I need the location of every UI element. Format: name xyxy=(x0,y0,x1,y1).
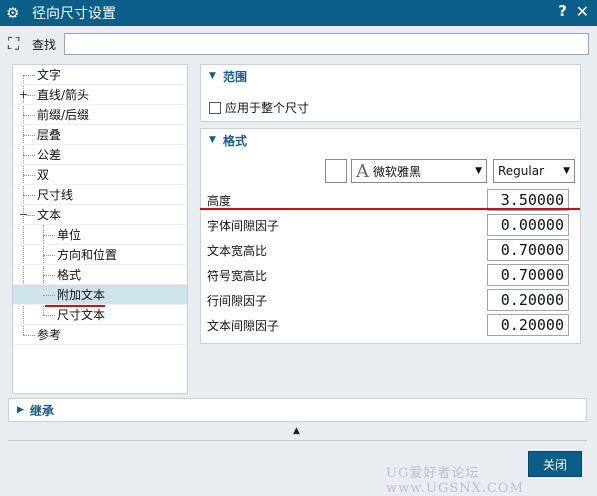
tree-item-tolerance[interactable]: 公差 xyxy=(13,145,187,165)
tree-item-label: 双 xyxy=(37,168,50,182)
font-icon: A xyxy=(356,160,369,182)
find-label: 查找 xyxy=(32,37,57,52)
char-spacing-input[interactable]: 0.00000 xyxy=(487,214,569,236)
tree-item-prefix-suffix[interactable]: 前缀/后缀 xyxy=(13,105,187,125)
chevron-down-icon: ▼ xyxy=(563,166,570,176)
tree-item-line-arrow[interactable]: + 直线/箭头 xyxy=(13,85,187,105)
font-name: 微软雅黑 xyxy=(373,164,422,179)
height-label: 高度 xyxy=(207,193,232,208)
line-spacing-label: 行间隙因子 xyxy=(207,293,268,308)
help-button[interactable]: ? xyxy=(558,2,567,20)
scope-panel: ▼ 范围 应用于整个尺寸 xyxy=(200,64,581,122)
apply-whole-dimension-label: 应用于整个尺寸 xyxy=(225,101,310,115)
tree-item-dimension-text[interactable]: 尺寸文本 xyxy=(13,305,187,325)
tree-item-label: 尺寸文本 xyxy=(57,308,106,322)
tree-item-label: 文字 xyxy=(37,68,62,82)
tree-item-dual[interactable]: 双 xyxy=(13,165,187,185)
settings-tree: 文字 + 直线/箭头 前缀/后缀 层叠 公差 双 尺寸线 − 文本 单位 方向和… xyxy=(12,64,188,394)
tree-item-format[interactable]: 格式 xyxy=(13,265,187,285)
tree-item-label: 层叠 xyxy=(37,128,62,142)
symbol-aspect-input[interactable]: 0.70000 xyxy=(487,264,569,286)
collapse-up-icon[interactable]: ▲ xyxy=(293,426,300,436)
format-header[interactable]: ▼ 格式 xyxy=(201,129,580,151)
tree-item-text-group[interactable]: − 文本 xyxy=(13,205,187,225)
font-style-value: Regular xyxy=(498,164,545,178)
tree-item-units[interactable]: 单位 xyxy=(13,225,187,245)
char-spacing-label: 字体间隙因子 xyxy=(207,218,280,233)
scope-header[interactable]: ▼ 范围 xyxy=(201,65,580,87)
text-spacing-label: 文本间隙因子 xyxy=(207,318,280,333)
apply-whole-dimension-checkbox[interactable] xyxy=(209,101,221,114)
tree-item-label: 格式 xyxy=(57,268,82,282)
tree-item-label: 公差 xyxy=(37,148,62,162)
tree-item-label: 前缀/后缀 xyxy=(37,108,90,122)
format-panel: ▼ 格式 A 微软雅黑 ▼ Regular ▼ 高度 3.50000 字体间隙因… xyxy=(200,128,581,344)
line-spacing-row: 行间隙因子 0.20000 xyxy=(207,289,577,311)
symbol-aspect-row: 符号宽高比 0.70000 xyxy=(207,264,577,286)
char-spacing-row: 字体间隙因子 0.00000 xyxy=(207,214,577,236)
tree-item-appended-text[interactable]: 附加文本 xyxy=(13,285,187,305)
collapse-triangle-icon: ▼ xyxy=(209,71,216,81)
tree-item-label: 尺寸线 xyxy=(37,188,74,202)
text-spacing-row: 文本间隙因子 0.20000 xyxy=(207,314,577,336)
gear-icon[interactable]: ⚙ xyxy=(6,4,26,22)
scope-title: 范围 xyxy=(223,69,248,84)
text-spacing-input[interactable]: 0.20000 xyxy=(487,314,569,336)
tree-item-label: 附加文本 xyxy=(57,288,106,302)
text-aspect-label: 文本宽高比 xyxy=(207,243,268,258)
annotation-underline xyxy=(200,208,580,210)
tree-item-dimension-line[interactable]: 尺寸线 xyxy=(13,185,187,205)
tree-item-label: 参考 xyxy=(37,328,62,342)
format-title: 格式 xyxy=(223,133,248,148)
font-color-swatch[interactable] xyxy=(325,159,347,183)
expand-triangle-icon: ▶ xyxy=(17,405,24,415)
find-input[interactable] xyxy=(64,33,589,55)
tree-item-label: 文本 xyxy=(37,208,62,222)
text-aspect-input[interactable]: 0.70000 xyxy=(487,239,569,261)
font-select[interactable]: A 微软雅黑 ▼ xyxy=(351,159,487,183)
font-row: A 微软雅黑 ▼ Regular ▼ xyxy=(325,159,575,183)
close-icon[interactable]: ✕ xyxy=(576,2,589,21)
text-aspect-row: 文本宽高比 0.70000 xyxy=(207,239,577,261)
inherit-title: 继承 xyxy=(29,403,54,418)
tree-item-stack[interactable]: 层叠 xyxy=(13,125,187,145)
collapse-triangle-icon: ▼ xyxy=(209,135,216,145)
symbol-aspect-label: 符号宽高比 xyxy=(207,268,268,283)
tree-item-label: 单位 xyxy=(57,228,82,242)
title-bar: ⚙ 径向尺寸设置 ? ✕ xyxy=(0,0,597,26)
window-title: 径向尺寸设置 xyxy=(32,6,116,22)
tree-item-reference[interactable]: 参考 xyxy=(13,325,187,345)
tree-item-label: 直线/箭头 xyxy=(37,88,90,102)
tree-item-orientation[interactable]: 方向和位置 xyxy=(13,245,187,265)
tree-item-text[interactable]: 文字 xyxy=(13,65,187,85)
line-spacing-input[interactable]: 0.20000 xyxy=(487,289,569,311)
find-bar: ⛶ 查找 xyxy=(8,32,589,56)
tree-item-label: 方向和位置 xyxy=(57,248,118,262)
binoculars-icon: ⛶ xyxy=(8,34,20,53)
footer-divider xyxy=(8,440,587,441)
close-button[interactable]: 关闭 xyxy=(528,451,582,477)
chevron-down-icon: ▼ xyxy=(475,166,482,176)
apply-whole-dimension-row: 应用于整个尺寸 xyxy=(209,99,309,116)
inherit-section[interactable]: ▶ 继承 xyxy=(8,398,587,422)
font-style-select[interactable]: Regular ▼ xyxy=(493,159,575,183)
